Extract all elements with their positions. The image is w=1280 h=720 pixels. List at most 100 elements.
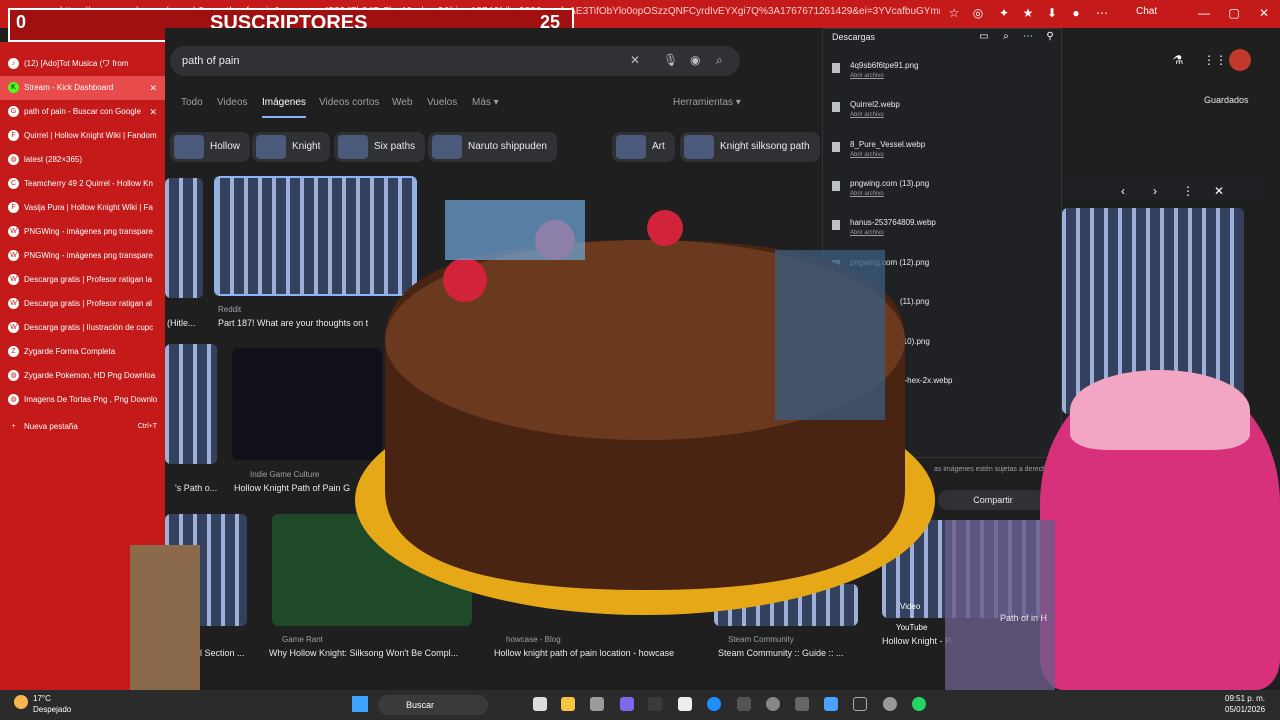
search-icon[interactable]: ⌕ — [998, 29, 1014, 45]
google-icon: G — [8, 106, 19, 117]
close-window-icon[interactable]: ✕ — [1256, 5, 1272, 21]
strawberry — [443, 258, 487, 302]
tab-videos[interactable]: Videos — [217, 97, 247, 108]
tab-item[interactable]: W PNGWing - imágenes png transpare — [0, 220, 165, 244]
file-explorer-icon[interactable] — [561, 697, 575, 711]
chip-naruto[interactable]: Naruto shippuden — [428, 132, 557, 162]
prev-icon[interactable]: ‹ — [1115, 183, 1131, 199]
result-caption: (Hitle... — [167, 318, 196, 328]
cake-overlay-image — [355, 200, 935, 615]
tab-todo[interactable]: Todo — [181, 97, 203, 108]
puzzle-icon[interactable]: ✦ — [996, 5, 1012, 21]
close-tab-icon[interactable]: ✕ — [149, 100, 157, 124]
mic-icon[interactable]: 🎙 — [663, 53, 678, 67]
chat-button[interactable]: Chat — [1136, 6, 1157, 17]
download-icon[interactable]: ⬇ — [1044, 5, 1060, 21]
download-item[interactable]: Quirrel2.webp Abrir archivo — [832, 100, 1052, 136]
result-caption[interactable]: Steam Community :: Guide :: ... — [718, 648, 858, 658]
app-icon[interactable] — [590, 697, 604, 711]
start-icon[interactable] — [352, 696, 368, 712]
app-icon[interactable] — [766, 697, 780, 711]
apps-icon[interactable]: ⋮⋮ — [1203, 52, 1227, 68]
image-result[interactable] — [165, 178, 203, 298]
pngwing-icon: W — [8, 298, 19, 309]
pngwing-icon: W — [8, 274, 19, 285]
weather-icon[interactable] — [14, 695, 28, 709]
labs-icon[interactable]: ⚗ — [1170, 52, 1186, 68]
zygarde-icon: Z — [8, 346, 19, 357]
character-sticker — [775, 250, 885, 420]
tab-item[interactable]: Gpath of pain - Buscar con Google ✕ — [0, 100, 165, 124]
tab-item[interactable]: W Descarga gratis | Profesor ratigan la — [0, 268, 165, 292]
app-icon[interactable] — [620, 697, 634, 711]
tab-item[interactable]: C Teamcherry 49 2 Quirrel - Hollow Kn — [0, 172, 165, 196]
taskbar-search[interactable]: Buscar — [378, 695, 488, 715]
overlay-text: Path of in H — [1000, 613, 1048, 623]
edge-icon[interactable] — [707, 697, 721, 711]
chip-silksong[interactable]: Knight silksong path — [680, 132, 820, 162]
task-view-icon[interactable] — [533, 697, 547, 711]
tab-item[interactable]: F Quirrel | Hollow Knight Wiki | Fandom — [0, 124, 165, 148]
more-icon[interactable]: ⋮ — [1180, 183, 1196, 199]
minimize-icon[interactable]: — — [1196, 5, 1212, 21]
tab-web[interactable]: Web — [392, 97, 412, 108]
tools-button[interactable]: Herramientas ▾ — [673, 97, 741, 108]
new-tab-button[interactable]: + Nueva pestaña Ctrl+T — [0, 415, 165, 439]
chip-hollow[interactable]: Hollow — [170, 132, 251, 162]
tab-item[interactable]: ◍ Zygarde Pokemon, HD Png Downloa — [0, 364, 165, 388]
app-icon[interactable] — [737, 697, 751, 711]
search-input[interactable] — [170, 46, 740, 76]
app-icon[interactable] — [678, 697, 692, 711]
app-icon[interactable] — [824, 697, 838, 711]
search-icon[interactable]: ⌕ — [716, 53, 723, 68]
lens-icon[interactable]: ◉ — [690, 53, 700, 67]
chip-art[interactable]: Art — [612, 132, 675, 162]
tab-item[interactable]: Z Zygarde Forma Completa — [0, 340, 165, 364]
app-icon[interactable] — [853, 697, 867, 711]
tab-item[interactable]: W Descarga gratis | Ilustración de cupc — [0, 316, 165, 340]
result-caption[interactable]: Part 187! What are your thoughts on t — [218, 318, 378, 328]
saved-button[interactable]: Guardados — [1204, 95, 1249, 105]
app-icon[interactable] — [795, 697, 809, 711]
result-caption[interactable]: Hollow Knight Path of Pain G — [234, 483, 364, 493]
pin-icon[interactable]: ⚲ — [1042, 29, 1058, 45]
tab-images[interactable]: Imágenes — [262, 97, 306, 108]
tab-item[interactable]: K Stream - Kick Dashboard ✕ — [0, 76, 165, 100]
tab-item[interactable]: W PNGWing - imágenes png transpare — [0, 244, 165, 268]
tab-item[interactable]: ♪ (12) [Ado]Tot Musica (ワ from — [0, 52, 165, 76]
bookmark-icon[interactable]: ★ — [1020, 5, 1036, 21]
tab-item[interactable]: ◍ Imagens De Tortas Png , Png Downlo — [0, 388, 165, 412]
avatar[interactable] — [1229, 49, 1251, 71]
maximize-icon[interactable]: ▢ — [1226, 5, 1242, 21]
download-item[interactable]: 8_Pure_Vessel.webp Abrir archivo — [832, 140, 1052, 176]
clear-icon[interactable]: ✕ — [630, 53, 640, 67]
settings-icon[interactable] — [883, 697, 897, 711]
tab-flights[interactable]: Vuelos — [427, 97, 457, 108]
result-source: Reddit — [218, 305, 242, 314]
share-button[interactable]: Compartir — [938, 490, 1048, 510]
app-icon[interactable] — [648, 697, 662, 711]
result-caption[interactable]: Hollow knight path of pain location - ho… — [494, 648, 694, 658]
tab-short-videos[interactable]: Videos cortos — [319, 97, 379, 108]
profile-icon[interactable]: ● — [1068, 5, 1084, 21]
tab-item[interactable]: ◍ latest (282×365) — [0, 148, 165, 172]
folder-icon[interactable]: ▭ — [976, 29, 992, 45]
close-preview-icon[interactable]: ✕ — [1211, 183, 1227, 199]
more-icon[interactable]: ⋯ — [1020, 29, 1036, 45]
star-icon[interactable]: ☆ — [946, 5, 962, 21]
download-item[interactable]: 4q9sb6f6tpe91.png Abrir archivo — [832, 61, 1052, 97]
result-caption[interactable]: Hollow Knight - Pat — [882, 636, 952, 646]
chip-knight[interactable]: Knight — [252, 132, 331, 162]
chip-six-paths[interactable]: Six paths — [334, 132, 426, 162]
tab-item[interactable]: W Descarga gratis | Profesor ratigan al — [0, 292, 165, 316]
extension-icon[interactable]: ◎ — [970, 5, 986, 21]
result-caption[interactable]: Why Hollow Knight: Silksong Won't Be Com… — [269, 648, 474, 658]
pixel-character — [130, 545, 200, 690]
whatsapp-icon[interactable] — [912, 697, 926, 711]
tab-item[interactable]: F Vasija Pura | Hollow Knight Wiki | Fa — [0, 196, 165, 220]
next-icon[interactable]: › — [1147, 183, 1163, 199]
image-result[interactable] — [165, 344, 217, 464]
tab-more[interactable]: Más ▾ — [472, 97, 499, 108]
menu-icon[interactable]: ⋯ — [1094, 5, 1110, 21]
close-tab-icon[interactable]: ✕ — [149, 76, 157, 100]
